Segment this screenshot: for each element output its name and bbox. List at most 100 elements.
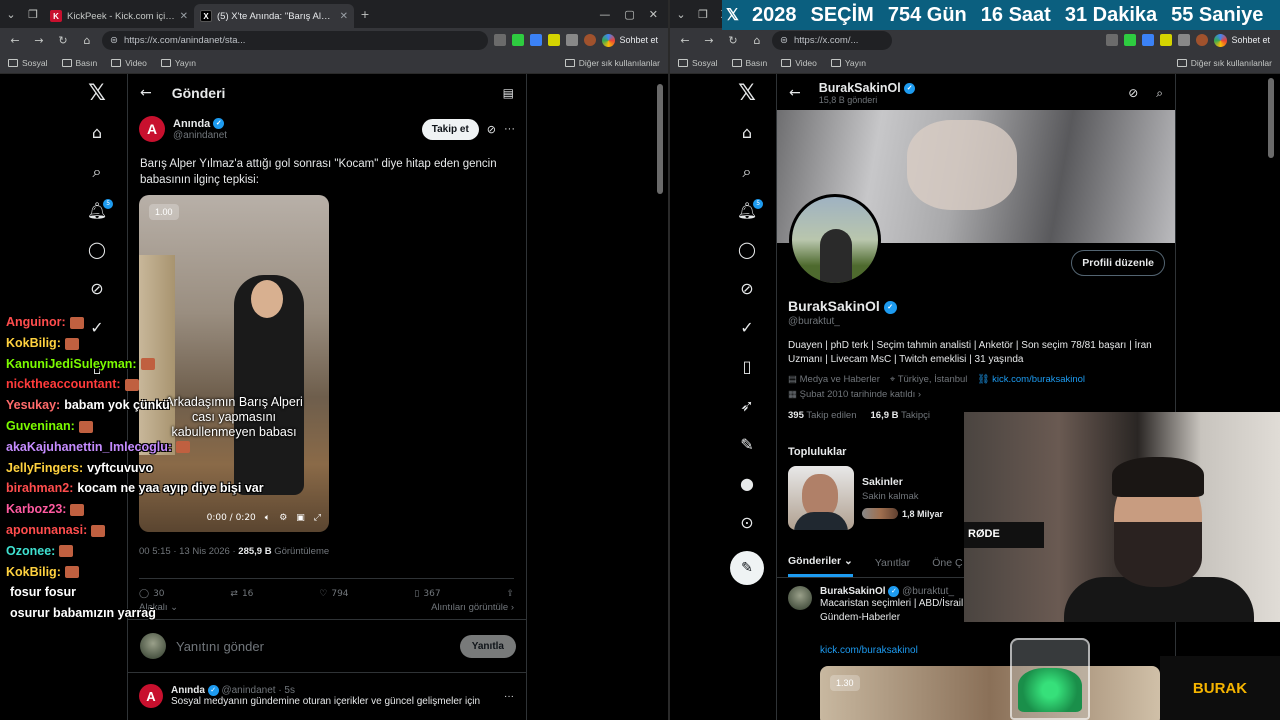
profile-avatar[interactable]: [1196, 34, 1209, 46]
search-icon[interactable]: ⌕: [743, 152, 752, 191]
copilot-chat-button[interactable]: Sohbet et: [1214, 33, 1274, 47]
more-circle-icon[interactable]: ⊙: [740, 503, 753, 542]
scrollbar-thumb[interactable]: [1268, 78, 1274, 158]
reply-input[interactable]: Yanıtını gönder: [176, 639, 264, 654]
tab-menu-icon[interactable]: ⌄: [670, 3, 692, 25]
share-action[interactable]: ⇪: [506, 589, 514, 599]
address-bar[interactable]: ⊜ https://x.com/...: [772, 30, 892, 50]
home-icon[interactable]: ⌂: [92, 113, 102, 152]
profile-avatar[interactable]: [789, 194, 881, 286]
extension-icon[interactable]: [1178, 34, 1191, 46]
profile-avatar[interactable]: [584, 34, 597, 46]
workspaces-icon[interactable]: ❐: [692, 3, 714, 25]
chat-username[interactable]: aponunanasi:: [6, 523, 87, 537]
edit-profile-button[interactable]: Profili düzenle: [1071, 250, 1165, 276]
bookmark-folder[interactable]: Yayın: [160, 58, 196, 68]
author-avatar[interactable]: A: [139, 116, 165, 142]
volume-icon[interactable]: 🔈︎: [265, 513, 270, 523]
reload-icon[interactable]: ↻: [54, 34, 72, 47]
grok-icon[interactable]: ⊘: [1128, 86, 1138, 100]
site-info-icon[interactable]: ⊜: [780, 35, 788, 46]
settings-icon[interactable]: ⚙: [279, 513, 287, 523]
tab-replies[interactable]: Yanıtlar: [875, 548, 910, 577]
chat-username[interactable]: Anguinor:: [6, 315, 66, 329]
extension-icon[interactable]: [530, 34, 543, 46]
followers-link[interactable]: 16,9 B Takipçi: [871, 410, 931, 421]
chat-username[interactable]: KanuniJediSuleyman:: [6, 357, 137, 371]
follow-button[interactable]: Takip et: [421, 118, 479, 140]
close-window-icon[interactable]: ✕: [649, 8, 658, 21]
tab-posts[interactable]: Gönderiler ⌄: [788, 548, 853, 577]
bookmark-folder[interactable]: Video: [781, 58, 817, 68]
tab-x-post[interactable]: X (5) X'te Anında: "Barış Alper Yılmaz ✕: [194, 4, 354, 28]
scrollbar-thumb[interactable]: [657, 84, 663, 194]
bookmark-folder[interactable]: Video: [111, 58, 147, 68]
extension-icon[interactable]: [1142, 34, 1155, 46]
home-icon[interactable]: ⌂: [78, 34, 96, 47]
grok-icon[interactable]: ⊘: [487, 123, 496, 136]
messages-icon[interactable]: ◯: [738, 230, 756, 269]
bookmarks-icon[interactable]: ▯: [743, 347, 752, 386]
bookmark-action[interactable]: ▯ 367: [414, 589, 440, 599]
chat-username[interactable]: Karboz23:: [6, 502, 66, 516]
workspaces-icon[interactable]: ❐: [22, 3, 44, 25]
back-arrow-icon[interactable]: ←: [140, 85, 152, 101]
search-icon[interactable]: ⌕: [1156, 86, 1163, 101]
extension-icon[interactable]: [1160, 34, 1173, 46]
more-icon[interactable]: ···: [504, 123, 515, 135]
forward-icon[interactable]: →: [30, 34, 48, 47]
reader-icon[interactable]: ▤: [503, 86, 514, 100]
repost-action[interactable]: ⇄ 16: [230, 589, 253, 599]
chat-username[interactable]: JellyFingers:: [6, 461, 83, 475]
chat-username[interactable]: KokBilig:: [6, 336, 61, 350]
maximize-icon[interactable]: ▢: [624, 8, 634, 21]
author-name[interactable]: Anında: [173, 118, 210, 130]
address-bar[interactable]: ⊜ https://x.com/anindanet/sta...: [102, 30, 489, 50]
profile-link[interactable]: ⛓ kick.com/buraksakinol: [977, 374, 1085, 385]
author-avatar[interactable]: [788, 586, 812, 610]
rocket-icon[interactable]: ➶: [740, 386, 753, 425]
notifications-icon[interactable]: 🔔︎ 5: [737, 191, 764, 230]
other-bookmarks[interactable]: Diğer sık kullanılanlar: [564, 58, 660, 68]
forward-icon[interactable]: →: [700, 34, 718, 47]
reply-button[interactable]: Yanıtla: [459, 634, 516, 658]
tab-menu-icon[interactable]: ⌄: [0, 3, 22, 25]
other-bookmarks[interactable]: Diğer sık kullanılanlar: [1176, 58, 1272, 68]
chat-username[interactable]: birahman2:: [6, 481, 73, 495]
grok-icon[interactable]: ⊘: [740, 269, 753, 308]
notifications-icon[interactable]: 🔔︎ 5: [87, 191, 114, 230]
extension-icon[interactable]: [1124, 34, 1137, 46]
chat-username[interactable]: nicktheaccountant:: [6, 377, 121, 391]
compose-button[interactable]: ✎: [730, 548, 764, 587]
grok-icon[interactable]: ⊘: [90, 269, 103, 308]
post-link[interactable]: kick.com/buraksakinol: [820, 645, 970, 656]
bookmark-folder[interactable]: Sosyal: [678, 58, 718, 68]
joined-date[interactable]: ▦ Şubat 2010 tarihinde katıldı ›: [788, 389, 1168, 400]
extension-icon[interactable]: [1106, 34, 1119, 46]
close-icon[interactable]: ✕: [180, 11, 188, 22]
scrollbar[interactable]: [1268, 74, 1274, 720]
chat-username[interactable]: Ozonee:: [6, 544, 55, 558]
bookmark-folder[interactable]: Basın: [61, 58, 97, 68]
verified-icon[interactable]: ✓: [740, 308, 753, 347]
extension-icon[interactable]: [566, 34, 579, 46]
messages-icon[interactable]: ◯: [88, 230, 106, 269]
profile-icon[interactable]: ●: [740, 464, 754, 503]
back-arrow-icon[interactable]: ←: [789, 85, 801, 101]
chat-username[interactable]: akaKajuhanettin_Imlecoglu:: [6, 440, 172, 454]
articles-icon[interactable]: ✎: [740, 425, 753, 464]
pip-icon[interactable]: ▣: [296, 513, 305, 523]
community-card[interactable]: Sakinler Sakin kalmak 1,8 Milyar: [788, 466, 943, 530]
more-icon[interactable]: ···: [504, 691, 514, 702]
bookmark-folder[interactable]: Sosyal: [8, 58, 48, 68]
chat-username[interactable]: KokBilig:: [6, 565, 61, 579]
site-info-icon[interactable]: ⊜: [110, 35, 118, 46]
next-post[interactable]: A Anında ✓ @anindanet · 5s Sosyal medyan…: [139, 684, 514, 708]
extension-icon[interactable]: [512, 34, 525, 46]
back-icon[interactable]: ←: [6, 34, 24, 47]
chat-username[interactable]: Yesukay:: [6, 398, 60, 412]
chat-username[interactable]: Guveninan:: [6, 419, 75, 433]
new-tab-button[interactable]: +: [354, 3, 376, 25]
bookmark-folder[interactable]: Yayın: [830, 58, 866, 68]
tab-highlights[interactable]: Öne Ç: [932, 548, 962, 577]
